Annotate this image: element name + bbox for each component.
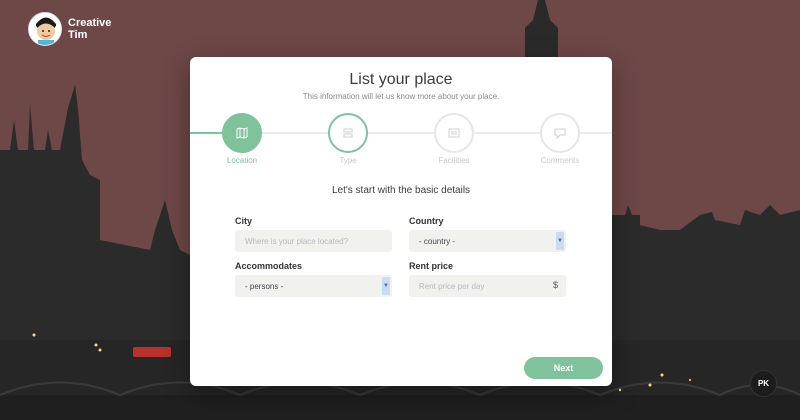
step-comments-circle (540, 113, 580, 153)
step-type[interactable]: Type (318, 113, 378, 165)
map-icon (236, 127, 248, 139)
chevron-down-icon: ▼ (556, 232, 564, 250)
comment-icon (554, 128, 566, 139)
step-location-label: Location (226, 156, 258, 165)
pk-button[interactable]: PK (750, 370, 777, 397)
brand-logo[interactable]: Creative Tim (28, 12, 111, 46)
brand-name: Creative Tim (68, 17, 111, 41)
step-location-circle (222, 113, 262, 153)
rent-placeholder: Rent price per day (419, 281, 485, 291)
city-label: City (235, 216, 253, 226)
step-facilities-circle (434, 113, 474, 153)
chevron-down-icon: ▼ (382, 277, 390, 295)
city-placeholder: Where is your place located? (245, 236, 349, 246)
country-label: Country (409, 216, 444, 226)
accommodates-label: Accommodates (235, 261, 303, 271)
rent-input[interactable]: Rent price per day $ (409, 275, 566, 297)
avatar (28, 12, 62, 46)
step-location[interactable]: Location (212, 113, 272, 165)
section-title: Let's start with the basic details (331, 185, 471, 196)
city-field: City Where is your place located? (235, 216, 392, 252)
card-subtitle: This information will let us know more a… (302, 92, 500, 101)
country-field: Country - country - ▼ (409, 216, 566, 252)
step-type-circle (328, 113, 368, 153)
city-input[interactable]: Where is your place located? (235, 230, 392, 252)
currency-suffix: $ (552, 280, 558, 290)
brand-name-line2: Tim (68, 29, 88, 41)
country-value: - country - (419, 236, 456, 246)
building-icon (448, 128, 460, 138)
tag-icon (343, 128, 353, 138)
accommodates-value: - persons - (245, 281, 284, 291)
step-comments[interactable]: Comments (530, 113, 590, 165)
step-facilities-label: Facilities (438, 156, 470, 165)
wizard-card: List your place This information will le… (190, 57, 612, 386)
rent-label: Rent price (409, 261, 454, 271)
next-button[interactable]: Next (524, 357, 603, 379)
step-facilities[interactable]: Facilities (424, 113, 484, 165)
accommodates-field: Accommodates - persons - ▼ (235, 261, 392, 297)
card-title: List your place (349, 71, 453, 88)
rent-field: Rent price Rent price per day $ (409, 261, 566, 297)
brand-name-line1: Creative (68, 17, 112, 29)
accommodates-select[interactable]: - persons - ▼ (235, 275, 392, 297)
step-comments-label: Comments (540, 156, 580, 165)
country-select[interactable]: - country - ▼ (409, 230, 566, 252)
step-type-label: Type (339, 156, 357, 165)
